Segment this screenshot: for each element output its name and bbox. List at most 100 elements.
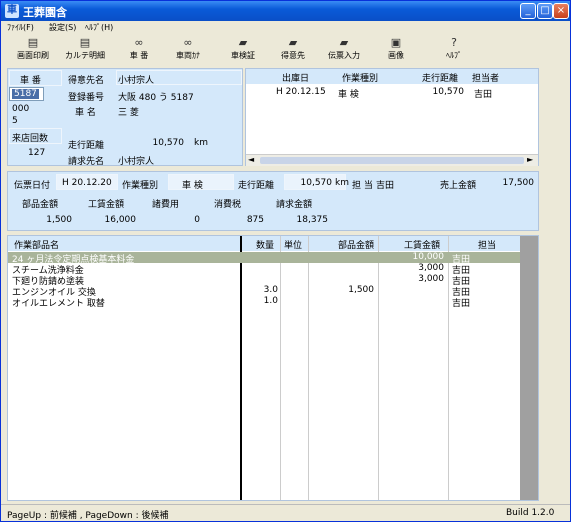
- customer-button[interactable]: ▰ 得意先: [267, 36, 319, 64]
- chart-detail-button[interactable]: ▤ カルテ明細: [59, 36, 111, 64]
- menu-bar: ﾌｧｲﾙ(F) 設定(S) ﾍﾙﾌﾟ(H): [1, 21, 570, 35]
- slip-entry-button[interactable]: ▰ 伝票入力: [318, 36, 370, 64]
- items-col-parts: 部品金額: [338, 241, 375, 251]
- car-no-field[interactable]: 5187: [9, 87, 44, 101]
- total-misc-label: 諸費用: [152, 200, 180, 210]
- total-parts-value: 1,500: [46, 215, 72, 225]
- items-vscrollbar[interactable]: [520, 236, 538, 500]
- table-row[interactable]: エンジンオイル 交換 3.0 1,500 吉田: [8, 285, 520, 298]
- folder-icon: ▰: [238, 36, 248, 49]
- billing-value: 小村宗人: [118, 157, 155, 167]
- binoculars-icon: ∞: [183, 36, 193, 49]
- items-grid[interactable]: 作業部品名 数量 単位 部品金額 工賃金額 担当 24 ヶ月法令定期点検基本料金…: [7, 235, 539, 501]
- menu-help[interactable]: ﾍﾙﾌﾟ(H): [85, 22, 113, 33]
- scroll-right-icon[interactable]: ►: [527, 155, 533, 164]
- table-row[interactable]: 下廻り防錆め塗装 3,000 吉田: [8, 274, 520, 287]
- visits-label: 来店回数: [12, 134, 49, 144]
- status-bar: PageUp : 前候補 , PageDown : 後候補 Build 1.2.…: [1, 504, 570, 521]
- item-staff: 吉田: [452, 299, 471, 309]
- vehicle-kana-search-button[interactable]: ∞ 車両ｶﾅ: [162, 36, 214, 64]
- folder-icon: ▰: [339, 36, 349, 49]
- items-col-unit: 単位: [284, 241, 303, 251]
- history-col-mileage: 走行距離: [422, 74, 459, 84]
- slip-sales-value: 17,500: [502, 178, 535, 188]
- mileage-unit: km: [194, 138, 208, 148]
- history-scroll-thumb[interactable]: [260, 157, 524, 164]
- history-type: 車 検: [338, 90, 359, 100]
- print-screen-label: 画面印刷: [17, 51, 49, 60]
- help-button[interactable]: ? ﾍﾙﾌﾟ: [428, 36, 480, 64]
- help-icon: ?: [451, 36, 457, 49]
- history-list[interactable]: 出庫日 作業種別 走行距離 担当者 H 20.12.15 車 検 10,570 …: [245, 68, 539, 166]
- printer-icon: ▤: [27, 36, 39, 49]
- toolbar: ▤ 画面印刷 ▤ カルテ明細 ∞ 車 番 ∞ 車両ｶﾅ ▰ 車検証 ▰ 得意先 …: [1, 35, 570, 65]
- history-header: 出庫日 作業種別 走行距離 担当者: [246, 69, 538, 84]
- table-row[interactable]: オイルエレメント 取替 1.0 吉田: [8, 296, 520, 309]
- car-number-search-button[interactable]: ∞ 車 番: [113, 36, 165, 64]
- build-version: Build 1.2.0: [506, 508, 555, 518]
- slip-type-label: 作業種別: [122, 181, 159, 191]
- vehicle-kana-search-label: 車両ｶﾅ: [176, 51, 200, 60]
- minimize-button[interactable]: _: [520, 3, 536, 19]
- customer-value: 小村宗人: [118, 76, 155, 86]
- close-button[interactable]: ×: [553, 3, 569, 19]
- total-misc-value: 0: [194, 215, 200, 225]
- visits-value: 127: [28, 148, 46, 158]
- main-window: 車 王葬園含 _ □ × ﾌｧｲﾙ(F) 設定(S) ﾍﾙﾌﾟ(H) ▤ 画面印…: [0, 0, 571, 522]
- scroll-left-icon[interactable]: ◄: [248, 155, 254, 164]
- table-row[interactable]: 24 ヶ月法令定期点検基本料金 10,000 吉田: [8, 252, 520, 265]
- slip-mileage-label: 走行距離: [238, 181, 275, 191]
- slip-staff-label: 担 当: [352, 181, 373, 191]
- item-qty: 3.0: [263, 285, 278, 295]
- car-no-label: 車 番: [20, 76, 41, 86]
- maximize-button[interactable]: □: [537, 3, 553, 19]
- total-tax-label: 消費税: [214, 200, 242, 210]
- chart-detail-label: カルテ明細: [65, 51, 105, 60]
- image-button[interactable]: ▣ 画像: [370, 36, 422, 64]
- slip-mileage-unit: km: [335, 178, 349, 188]
- binoculars-icon: ∞: [134, 36, 144, 49]
- reg-label: 登録番号: [68, 93, 105, 103]
- history-row[interactable]: H 20.12.15 車 検 10,570 吉田: [246, 85, 538, 100]
- item-name: オイルエレメント 取替: [12, 299, 105, 309]
- image-label: 画像: [388, 51, 404, 60]
- total-bill-label: 請求金額: [276, 200, 313, 210]
- print-screen-button[interactable]: ▤ 画面印刷: [7, 36, 59, 64]
- customer-label: 得意先名: [68, 76, 105, 86]
- menu-file[interactable]: ﾌｧｲﾙ(F): [7, 22, 34, 33]
- item-labor: 3,000: [418, 263, 444, 273]
- code2-value: 5: [12, 116, 18, 126]
- total-bill-value: 18,375: [296, 215, 329, 225]
- history-col-date: 出庫日: [282, 74, 310, 84]
- slip-staff-value: 吉田: [376, 181, 395, 191]
- history-col-type: 作業種別: [342, 74, 379, 84]
- maker-label: 車 名: [75, 108, 96, 118]
- folder-icon: ▰: [288, 36, 298, 49]
- history-date: H 20.12.15: [276, 87, 326, 97]
- inspection-cert-button[interactable]: ▰ 車検証: [217, 36, 269, 64]
- items-col-staff: 担当: [478, 241, 497, 251]
- title-bar: 車 王葬園含 _ □ ×: [1, 1, 570, 21]
- items-col-labor: 工賃金額: [404, 241, 441, 251]
- window-title: 王葬園含: [23, 6, 67, 19]
- total-labor-value: 16,000: [104, 215, 137, 225]
- slip-mileage-value: 10,570: [300, 178, 333, 188]
- total-labor-label: 工賃金額: [88, 200, 125, 210]
- slip-sales-label: 売上金額: [440, 181, 477, 191]
- history-col-staff: 担当者: [472, 74, 500, 84]
- history-staff: 吉田: [474, 90, 493, 100]
- inspection-cert-label: 車検証: [231, 51, 255, 60]
- slip-date-label: 伝票日付: [14, 181, 51, 191]
- customer-label: 得意先: [281, 51, 305, 60]
- table-row[interactable]: スチーム洗浄料金 3,000 吉田: [8, 263, 520, 276]
- menu-settings[interactable]: 設定(S): [49, 22, 76, 33]
- slip-date-value: H 20.12.20: [62, 178, 112, 188]
- slip-panel: 伝票日付 H 20.12.20 作業種別 車 検 走行距離 10,570 km …: [7, 171, 539, 231]
- slip-type-value: 車 検: [182, 181, 203, 191]
- image-icon: ▣: [390, 36, 402, 49]
- item-parts: 1,500: [348, 285, 374, 295]
- history-hscrollbar[interactable]: ◄ ►: [246, 154, 538, 166]
- printer-icon: ▤: [79, 36, 91, 49]
- status-hint: PageUp : 前候補 , PageDown : 後候補: [7, 511, 169, 521]
- maker-value: 三 菱: [118, 108, 139, 118]
